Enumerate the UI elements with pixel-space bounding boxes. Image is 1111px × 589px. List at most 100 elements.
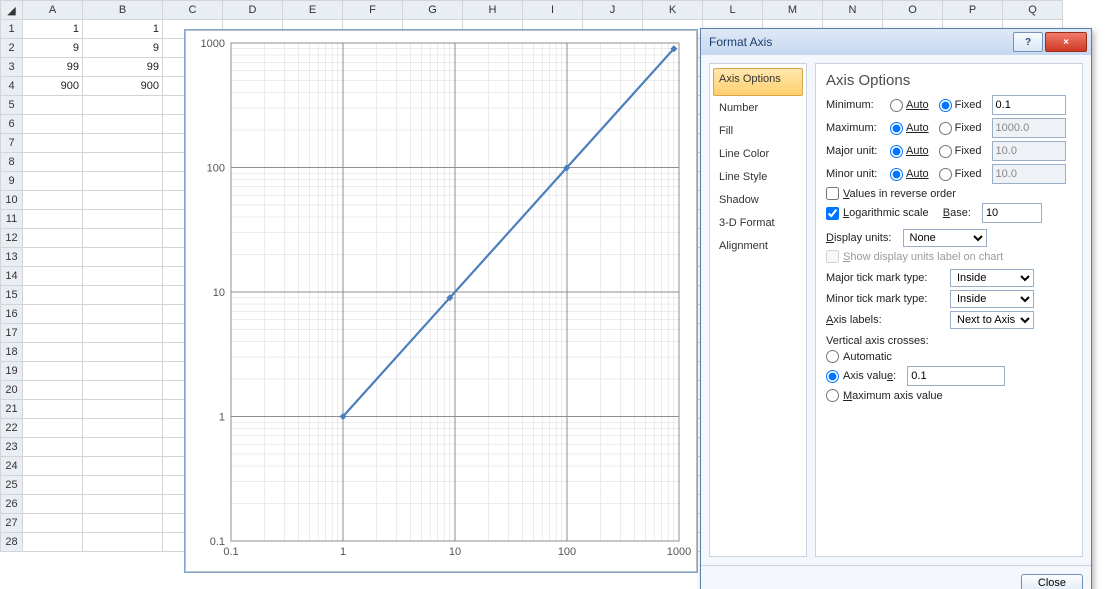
row-header-20[interactable]: 20 (1, 381, 23, 400)
cell-B17[interactable] (83, 324, 163, 343)
row-header-13[interactable]: 13 (1, 248, 23, 267)
row-header-4[interactable]: 4 (1, 77, 23, 96)
col-header-N[interactable]: N (823, 1, 883, 20)
nav-alignment[interactable]: Alignment (713, 235, 803, 257)
col-header-Q[interactable]: Q (1003, 1, 1063, 20)
log-base-input[interactable] (982, 203, 1042, 223)
row-header-10[interactable]: 10 (1, 191, 23, 210)
row-header-1[interactable]: 1 (1, 20, 23, 39)
col-header-P[interactable]: P (943, 1, 1003, 20)
row-header-9[interactable]: 9 (1, 172, 23, 191)
maximum-auto-radio[interactable]: Auto (890, 122, 929, 135)
cell-A23[interactable] (23, 438, 83, 457)
row-header-15[interactable]: 15 (1, 286, 23, 305)
cell-B28[interactable] (83, 533, 163, 552)
cell-B23[interactable] (83, 438, 163, 457)
cell-A10[interactable] (23, 191, 83, 210)
cell-A17[interactable] (23, 324, 83, 343)
dialog-titlebar[interactable]: Format Axis ? × (701, 29, 1091, 55)
cell-A1[interactable]: 1 (23, 20, 83, 39)
cell-B21[interactable] (83, 400, 163, 419)
help-button[interactable]: ? (1013, 32, 1043, 52)
col-header-C[interactable]: C (163, 1, 223, 20)
cell-B12[interactable] (83, 229, 163, 248)
nav-3-d-format[interactable]: 3-D Format (713, 212, 803, 234)
cell-B10[interactable] (83, 191, 163, 210)
col-header-G[interactable]: G (403, 1, 463, 20)
col-header-L[interactable]: L (703, 1, 763, 20)
row-header-21[interactable]: 21 (1, 400, 23, 419)
crosses-automatic-radio[interactable]: Automatic (826, 350, 1072, 363)
major-unit-input[interactable] (992, 141, 1066, 161)
cell-A7[interactable] (23, 134, 83, 153)
cell-A12[interactable] (23, 229, 83, 248)
cell-B8[interactable] (83, 153, 163, 172)
cell-A19[interactable] (23, 362, 83, 381)
row-header-3[interactable]: 3 (1, 58, 23, 77)
cell-A20[interactable] (23, 381, 83, 400)
row-header-7[interactable]: 7 (1, 134, 23, 153)
minor-tick-select[interactable]: Inside (950, 290, 1034, 308)
cell-B27[interactable] (83, 514, 163, 533)
col-header-E[interactable]: E (283, 1, 343, 20)
cell-A16[interactable] (23, 305, 83, 324)
minimum-auto-radio[interactable]: Auto (890, 99, 929, 112)
minor-unit-input[interactable] (992, 164, 1066, 184)
select-all-corner[interactable]: ◢ (1, 1, 23, 20)
cell-A8[interactable] (23, 153, 83, 172)
close-button[interactable]: Close (1021, 574, 1083, 589)
maximum-fixed-radio[interactable]: Fixed (939, 122, 982, 135)
cell-A28[interactable] (23, 533, 83, 552)
cell-A18[interactable] (23, 343, 83, 362)
col-header-A[interactable]: A (23, 1, 83, 20)
cell-B2[interactable]: 9 (83, 39, 163, 58)
cell-B1[interactable]: 1 (83, 20, 163, 39)
cell-A13[interactable] (23, 248, 83, 267)
cell-A22[interactable] (23, 419, 83, 438)
cell-B24[interactable] (83, 457, 163, 476)
row-header-11[interactable]: 11 (1, 210, 23, 229)
cell-A21[interactable] (23, 400, 83, 419)
cell-A15[interactable] (23, 286, 83, 305)
col-header-H[interactable]: H (463, 1, 523, 20)
close-icon[interactable]: × (1045, 32, 1087, 52)
major-auto-radio[interactable]: Auto (890, 145, 929, 158)
cell-B22[interactable] (83, 419, 163, 438)
col-header-D[interactable]: D (223, 1, 283, 20)
minimum-fixed-radio[interactable]: Fixed (939, 99, 982, 112)
cell-A25[interactable] (23, 476, 83, 495)
minor-fixed-radio[interactable]: Fixed (939, 168, 982, 181)
cell-B11[interactable] (83, 210, 163, 229)
cell-B4[interactable]: 900 (83, 77, 163, 96)
cell-A11[interactable] (23, 210, 83, 229)
crosses-axis-value-radio[interactable]: Axis value: (826, 366, 1072, 386)
row-header-27[interactable]: 27 (1, 514, 23, 533)
nav-axis-options[interactable]: Axis Options (713, 68, 803, 96)
minimum-input[interactable] (992, 95, 1066, 115)
major-tick-select[interactable]: Inside (950, 269, 1034, 287)
cell-B18[interactable] (83, 343, 163, 362)
cell-B16[interactable] (83, 305, 163, 324)
cell-B26[interactable] (83, 495, 163, 514)
row-header-19[interactable]: 19 (1, 362, 23, 381)
row-header-14[interactable]: 14 (1, 267, 23, 286)
row-header-23[interactable]: 23 (1, 438, 23, 457)
col-header-I[interactable]: I (523, 1, 583, 20)
row-header-12[interactable]: 12 (1, 229, 23, 248)
cell-B25[interactable] (83, 476, 163, 495)
row-header-18[interactable]: 18 (1, 343, 23, 362)
nav-shadow[interactable]: Shadow (713, 189, 803, 211)
log-scale-checkbox[interactable]: Logarithmic scale Base: (826, 203, 1072, 223)
col-header-O[interactable]: O (883, 1, 943, 20)
display-units-select[interactable]: None (903, 229, 987, 247)
cell-A27[interactable] (23, 514, 83, 533)
cell-A5[interactable] (23, 96, 83, 115)
cell-A26[interactable] (23, 495, 83, 514)
cell-A6[interactable] (23, 115, 83, 134)
row-header-24[interactable]: 24 (1, 457, 23, 476)
reverse-order-checkbox[interactable]: Values in reverse order (826, 187, 1072, 200)
cell-B9[interactable] (83, 172, 163, 191)
maximum-input[interactable] (992, 118, 1066, 138)
cell-A14[interactable] (23, 267, 83, 286)
major-fixed-radio[interactable]: Fixed (939, 145, 982, 158)
